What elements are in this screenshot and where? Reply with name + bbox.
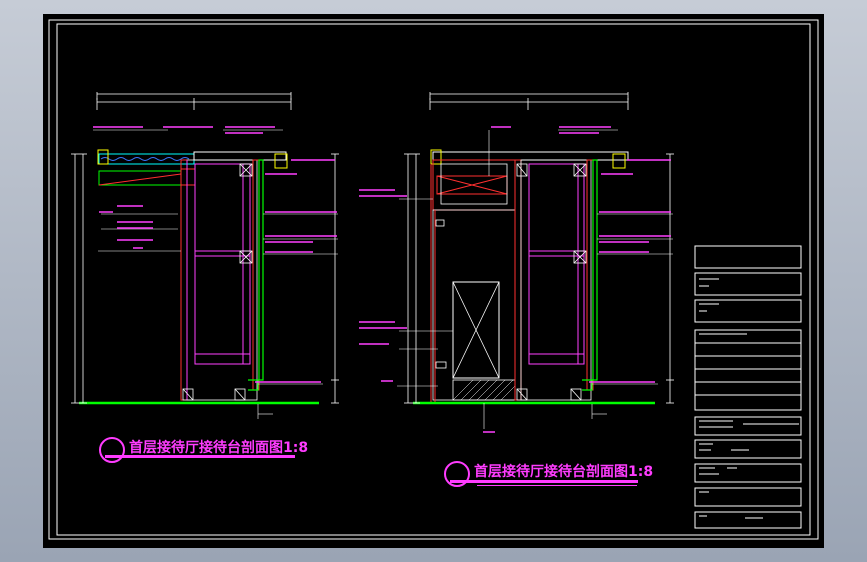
section-symbol-right xyxy=(444,461,470,487)
title-block xyxy=(694,245,802,529)
left-section-drawing xyxy=(71,92,339,419)
cad-viewport[interactable]: 首层接待厅接待台剖面图1:8 首层接待厅接待台剖面图1:8 xyxy=(43,14,824,548)
section-title-right-thin-underline xyxy=(477,485,637,486)
section-title-right: 首层接待厅接待台剖面图1:8 xyxy=(474,464,654,480)
drawing-sheet xyxy=(48,19,819,540)
section-symbol-left xyxy=(99,437,125,463)
section-title-left: 首层接待厅接待台剖面图1:8 xyxy=(129,440,309,456)
section-title-right-underline xyxy=(450,480,638,483)
right-section-drawing xyxy=(359,92,674,433)
section-title-left-underline xyxy=(105,455,295,458)
